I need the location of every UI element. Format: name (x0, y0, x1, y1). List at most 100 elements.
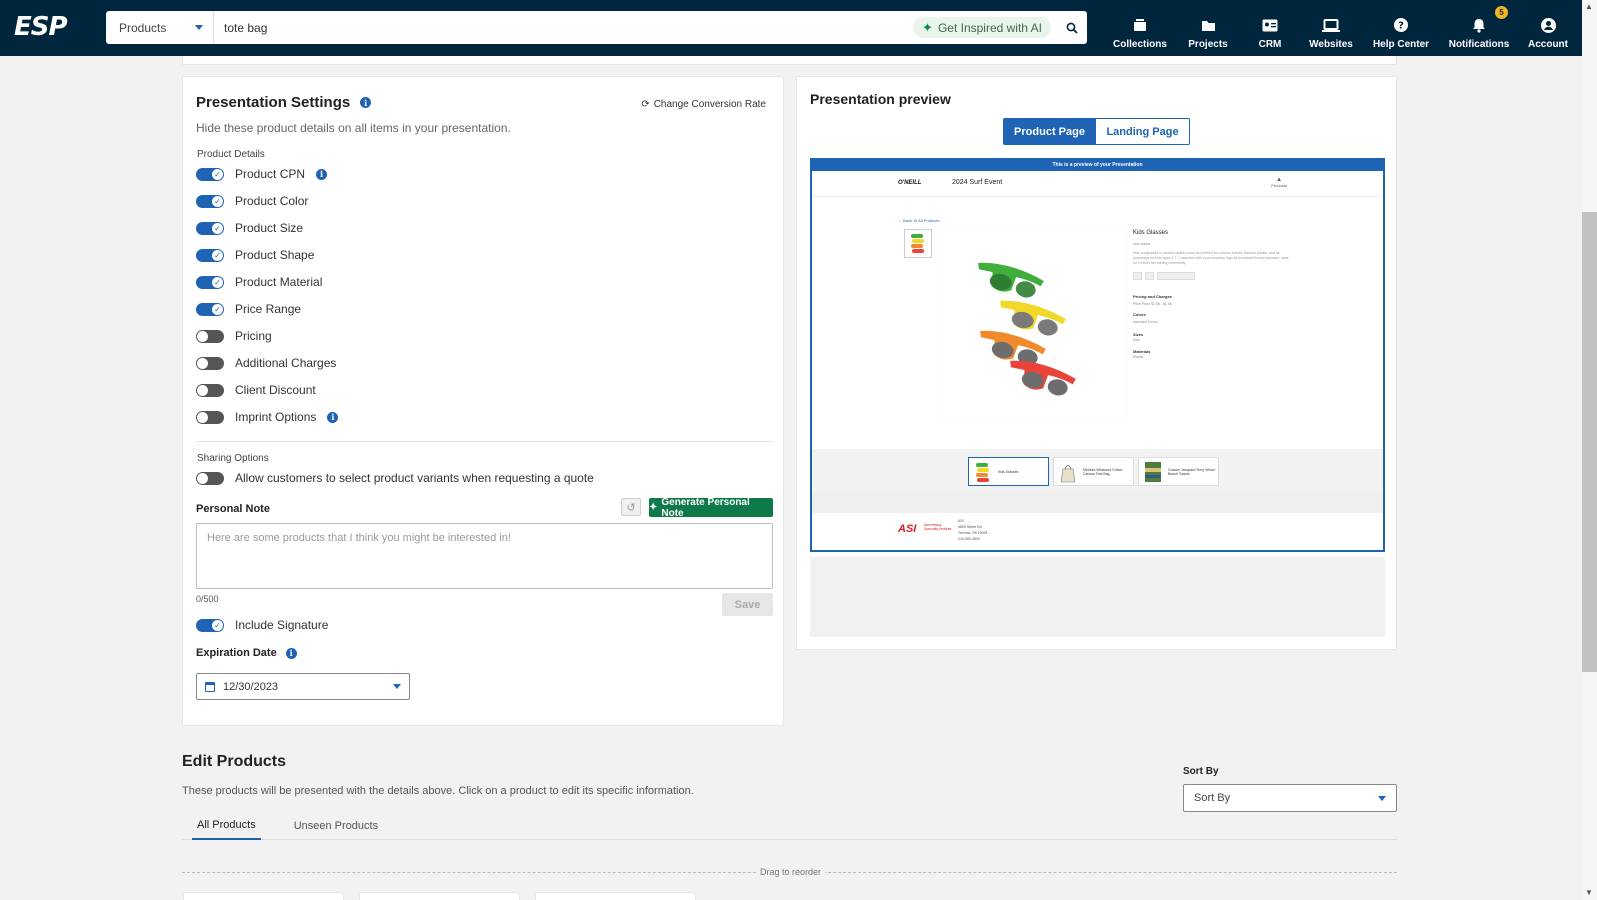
price-range-toggle[interactable]: ✓ (196, 302, 224, 316)
sharing-options-label: Sharing Options (197, 453, 269, 464)
preview-sizes-value: Kids (1133, 338, 1140, 342)
product-card[interactable] (183, 892, 344, 900)
settings-subtitle: Hide these product details on all items … (196, 121, 511, 135)
chevron-down-icon (393, 684, 401, 689)
allow-variants-toggle[interactable] (196, 471, 224, 485)
undo-button[interactable]: ↺ (621, 498, 641, 516)
sort-by-select[interactable]: Sort By (1183, 784, 1397, 812)
product-color-toggle[interactable]: ✓ (196, 194, 224, 208)
settings-title: Presentation Settings i (196, 94, 372, 111)
preview-banner: This is a preview of your Presentation (812, 160, 1383, 171)
info-icon[interactable]: i (316, 168, 328, 180)
product-card[interactable] (359, 892, 520, 900)
laptop-icon (1322, 17, 1340, 33)
nav-label: Projects (1188, 39, 1228, 50)
nav-account[interactable]: Account (1523, 10, 1573, 50)
scroll-down-icon[interactable]: ▼ (1585, 888, 1593, 897)
preview-strip-item: Medium Weekend Cotton Canvas Tote Bag (1053, 457, 1134, 486)
get-inspired-ai-button[interactable]: ✦ Get Inspired with AI (913, 17, 1051, 38)
preview-footer-address: ASI 4800 Street Rd Trevose, PA 19053 215… (958, 518, 987, 542)
account-icon (1539, 17, 1557, 33)
preview-strip-label: Medium Weekend Cotton Canvas Tote Bag (1083, 467, 1123, 476)
chevron-down-icon (195, 25, 203, 30)
info-icon[interactable]: i (285, 647, 297, 659)
preview-product-description: Kids sunglasses in various stylish color… (1133, 251, 1289, 265)
toggle-row-allow-variants: Allow customers to select product varian… (196, 471, 594, 485)
toggle-row-client-discount: Client Discount (196, 383, 316, 397)
toggle-knob (197, 330, 208, 342)
save-button[interactable]: Save (722, 593, 773, 616)
toggle-label: Product CPN (235, 167, 306, 181)
search-input[interactable]: tote bag (214, 21, 913, 35)
product-size-toggle[interactable]: ✓ (196, 221, 224, 235)
glasses-thumbnail-image (976, 463, 989, 482)
toggle-row-imprint-options: Imprint Options i (196, 410, 339, 424)
preview-strip-label: Kids Glasses (998, 469, 1019, 474)
include-signature-toggle[interactable]: ✓ (196, 618, 224, 632)
preview-add-button (1157, 272, 1195, 280)
top-navigation: ESP Products tote bag ✦ Get Inspired wit… (0, 0, 1582, 56)
address-line: 215-953-3800 (958, 537, 980, 541)
nav-crm[interactable]: CRM (1250, 10, 1290, 50)
imprint-options-toggle[interactable] (196, 410, 224, 424)
change-conversion-rate-link[interactable]: ⟳ Change Conversion Rate (641, 99, 766, 110)
presentation-preview-card: Presentation preview Product Page Landin… (796, 76, 1397, 650)
edit-products-title: Edit Products (182, 753, 287, 770)
vertical-scrollbar[interactable]: ▲ ▼ (1582, 0, 1597, 900)
section-divider (196, 441, 773, 442)
preview-event-title: 2024 Surf Event (952, 179, 1003, 186)
client-discount-toggle[interactable] (196, 383, 224, 397)
tab-unseen-products[interactable]: Unseen Products (279, 812, 393, 840)
preview-materials-label: Materials (1133, 349, 1151, 354)
svg-text:?: ? (1398, 21, 1404, 32)
product-card[interactable] (535, 892, 696, 900)
preview-product-name: Kids Glasses (1133, 230, 1169, 236)
nav-help-center[interactable]: ? Help Center (1368, 10, 1434, 50)
scrollbar-thumb[interactable] (1582, 212, 1597, 672)
chevron-down-icon (1378, 795, 1386, 801)
toggle-label: Additional Charges (235, 356, 337, 370)
toggle-row-product-size: ✓ Product Size (196, 221, 303, 235)
preview-strip-item: Custom Jacquard Terry Velour Beach Towel… (1138, 457, 1219, 486)
preview-sizes-label: Sizes (1133, 332, 1144, 337)
preview-frame: This is a preview of your Presentation O… (810, 158, 1385, 552)
preview-empty-area (810, 557, 1385, 637)
nav-projects[interactable]: Projects (1180, 10, 1236, 50)
toggle-knob (197, 411, 208, 423)
pricing-toggle[interactable] (196, 329, 224, 343)
tab-landing-page[interactable]: Landing Page (1096, 118, 1190, 145)
preview-tabs: Product Page Landing Page (1003, 118, 1190, 145)
nav-websites[interactable]: Websites (1303, 10, 1359, 50)
nav-notifications[interactable]: 5 Notifications (1444, 6, 1514, 50)
personal-note-textarea[interactable] (196, 523, 773, 589)
product-tabs: All Products Unseen Products (182, 812, 1397, 840)
sparkle-icon: ✦ (649, 502, 658, 513)
info-icon[interactable]: i (327, 411, 339, 423)
preview-header: O'NEILL 2024 Surf Event ▲ Products (812, 171, 1383, 197)
info-icon[interactable]: i (360, 97, 372, 108)
expiration-date-value: 12/30/2023 (223, 680, 279, 693)
tab-all-products[interactable]: All Products (192, 812, 261, 840)
calendar-icon (205, 681, 215, 692)
product-material-toggle[interactable]: ✓ (196, 275, 224, 289)
preview-plus (1145, 272, 1154, 280)
additional-charges-toggle[interactable] (196, 356, 224, 370)
expiration-date-picker[interactable]: 12/30/2023 (196, 673, 410, 700)
esp-logo[interactable]: ESP (14, 12, 68, 42)
nav-label: Websites (1309, 39, 1353, 50)
check-icon: ✓ (212, 303, 223, 315)
check-icon: ✓ (212, 222, 223, 234)
preview-price-value: Price From $1.08 - $1.46 (1133, 302, 1172, 306)
toggle-label: Allow customers to select product varian… (235, 471, 594, 485)
generate-personal-note-button[interactable]: ✦ Generate Personal Note (649, 497, 773, 519)
product-cpn-toggle[interactable]: ✓ (196, 167, 224, 181)
product-shape-toggle[interactable]: ✓ (196, 248, 224, 262)
preview-minus (1133, 272, 1142, 280)
tab-product-page[interactable]: Product Page (1003, 118, 1096, 145)
nav-collections[interactable]: Collections (1110, 10, 1170, 50)
help-icon: ? (1392, 17, 1410, 33)
search-category-select[interactable]: Products (106, 11, 214, 44)
scroll-up-icon[interactable]: ▲ (1585, 2, 1593, 11)
toggle-row-additional-charges: Additional Charges (196, 356, 336, 370)
search-button[interactable] (1057, 11, 1087, 44)
